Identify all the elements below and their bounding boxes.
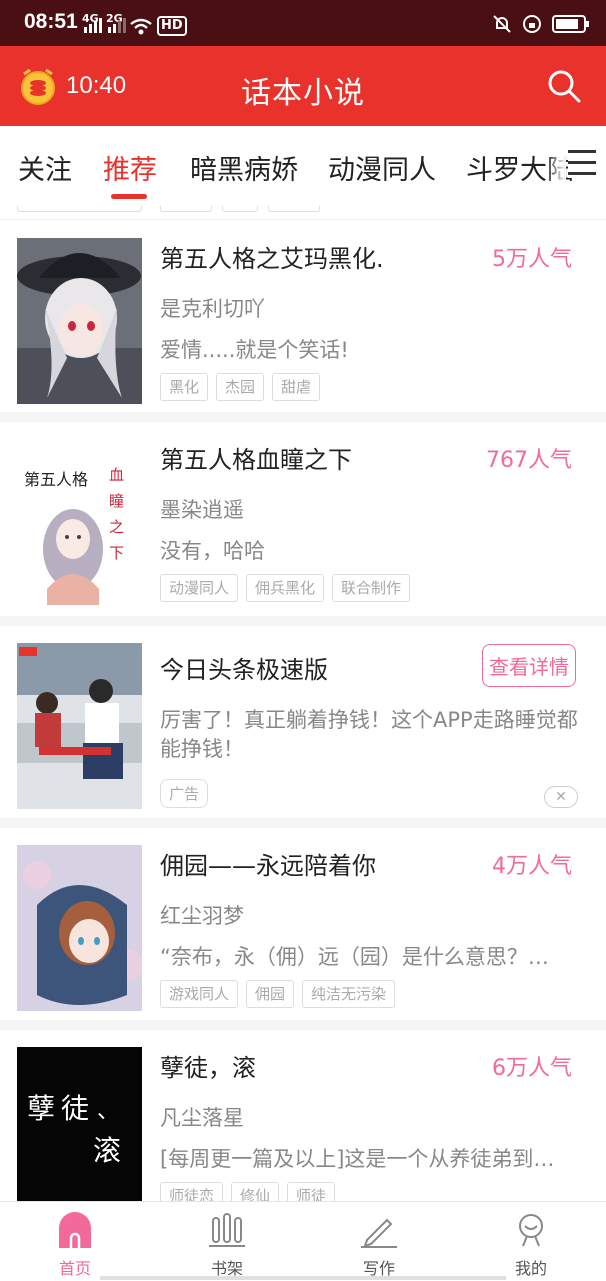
gesture-bar (100, 1276, 506, 1280)
pen-icon (361, 1218, 397, 1248)
book-description: [每周更一篇及以上]这是一个从养徒弟到… (160, 1147, 555, 1171)
ad-title[interactable]: 今日头条极速版 (160, 650, 328, 685)
book-author[interactable]: 是克利切吖 (160, 293, 265, 323)
item-separator (0, 616, 606, 626)
signal-icon-2 (108, 18, 126, 33)
item-separator (0, 1020, 606, 1030)
book-description: 没有，哈哈 (160, 539, 265, 563)
cover-char: 徒 (61, 1092, 90, 1125)
tab-anime-fanfic[interactable]: 动漫同人 (328, 148, 436, 187)
bottom-navigation: 首页 书架 写作 我的 (0, 1201, 606, 1280)
cover-char: 下 (109, 544, 125, 562)
lock-rotation-icon (523, 15, 541, 33)
book-tag[interactable]: 修仙 (231, 1182, 280, 1201)
signal-icon (84, 18, 102, 33)
status-bar: 08:51 4G 2G HD (0, 0, 606, 46)
ad-description: 厉害了！真正躺着挣钱！这个APP走路睡觉都能挣钱！ (160, 708, 578, 761)
book-tag[interactable]: 佣兵黑化 (246, 574, 325, 602)
book-author[interactable]: 红尘羽梦 (160, 900, 244, 930)
book-author[interactable]: 凡尘落星 (160, 1102, 244, 1132)
home-icon (59, 1212, 91, 1248)
nav-home[interactable]: 首页 (20, 1202, 130, 1281)
book-tag[interactable]: 杰园 (216, 373, 265, 401)
wifi-icon (130, 18, 152, 35)
close-icon[interactable]: ✕ (544, 786, 578, 808)
hd-badge: HD (157, 16, 187, 36)
book-tag[interactable]: 联合制作 (332, 574, 411, 602)
previous-item-peek (0, 206, 606, 220)
book-title[interactable]: 孽徒，滚 (160, 1048, 256, 1083)
cover-char: 之 (109, 518, 125, 536)
tab-follow[interactable]: 关注 (18, 148, 72, 187)
popularity-count: 6万人气 (492, 1056, 572, 1081)
book-title[interactable]: 第五人格之艾玛黑化. (160, 239, 384, 274)
book-description: 爱情.....就是个笑话! (160, 338, 349, 362)
app-title: 话本小说 (241, 76, 365, 111)
cover-vertical-text: 血 瞳 之 下 (109, 462, 127, 566)
nav-profile[interactable]: 我的 (476, 1202, 586, 1281)
cover-char: 滚 (93, 1134, 122, 1167)
search-icon[interactable] (546, 68, 582, 104)
tab-indicator (111, 194, 147, 199)
book-item[interactable]: 第五人格之艾玛黑化. 5万人气 是克利切吖 爱情.....就是个笑话! 黑化 杰… (0, 221, 606, 421)
popularity-count: 767人气 (486, 448, 572, 473)
book-tag[interactable]: 甜虐 (272, 373, 321, 401)
book-tag[interactable]: 纯洁无污染 (302, 980, 396, 1008)
cover-char: 孽 (27, 1092, 56, 1125)
book-cover[interactable]: 孽 徒 、 滚 (17, 1047, 142, 1201)
popularity-count: 4万人气 (492, 854, 572, 879)
nav-bookshelf[interactable]: 书架 (172, 1202, 282, 1281)
cover-char: 血 (109, 466, 125, 484)
book-tag[interactable]: 游戏同人 (160, 980, 239, 1008)
cover-char: 瞳 (109, 492, 125, 510)
tab-fade (546, 140, 566, 190)
book-description: “奈布，永（佣）远（园）是什么意思？… (160, 945, 549, 969)
book-author[interactable]: 墨染逍遥 (160, 494, 244, 524)
book-cover[interactable] (17, 845, 142, 1011)
book-item[interactable]: 第五人格 血 瞳 之 下 第五人格血瞳之下 767人气 墨染逍遥 没有，哈哈 动… (0, 412, 606, 624)
book-item[interactable]: 孽 徒 、 滚 孽徒，滚 6万人气 凡尘落星 [每周更一篇及以上]这是一个从养徒… (0, 1020, 606, 1201)
profile-icon (519, 1214, 543, 1247)
status-time: 08:51 (24, 10, 78, 33)
cover-title-text: 第五人格 (24, 470, 89, 489)
bell-off-icon (493, 15, 511, 33)
tab-dark-yandere[interactable]: 暗黑病娇 (190, 148, 298, 187)
book-cover[interactable] (17, 238, 142, 404)
item-separator (0, 412, 606, 422)
book-tag[interactable]: 黑化 (160, 373, 209, 401)
nav-write[interactable]: 写作 (324, 1202, 434, 1281)
book-list: 第五人格之艾玛黑化. 5万人气 是克利切吖 爱情.....就是个笑话! 黑化 杰… (0, 206, 606, 1201)
book-tag[interactable]: 动漫同人 (160, 574, 239, 602)
book-tag[interactable]: 师徒 (287, 1182, 336, 1201)
popularity-count: 5万人气 (492, 247, 572, 272)
ad-label: 广告 (160, 779, 209, 808)
tab-menu-icon[interactable] (568, 150, 596, 178)
bookshelf-icon (209, 1213, 245, 1247)
book-title[interactable]: 佣园——永远陪着你 (160, 846, 376, 881)
ad-image[interactable] (17, 643, 142, 809)
book-tag[interactable]: 佣园 (246, 980, 295, 1008)
app-header: 10:40 话本小说 (0, 46, 606, 126)
book-item[interactable]: 佣园——永远陪着你 4万人气 红尘羽梦 “奈布，永（佣）远（园）是什么意思？… … (0, 818, 606, 1028)
cover-char: 、 (97, 1099, 120, 1124)
category-tabs: 关注 推荐 暗黑病娇 动漫同人 斗罗大陆 (0, 126, 606, 206)
ad-item[interactable]: 今日头条极速版 查看详情 厉害了！真正躺着挣钱！这个APP走路睡觉都能挣钱！ 广… (0, 616, 606, 826)
book-tag[interactable]: 师徒恋 (160, 1182, 224, 1201)
tab-recommend[interactable]: 推荐 (103, 148, 157, 187)
book-title[interactable]: 第五人格血瞳之下 (160, 440, 352, 475)
view-details-button[interactable]: 查看详情 (482, 644, 576, 687)
item-separator (0, 818, 606, 828)
battery-icon (552, 15, 589, 33)
